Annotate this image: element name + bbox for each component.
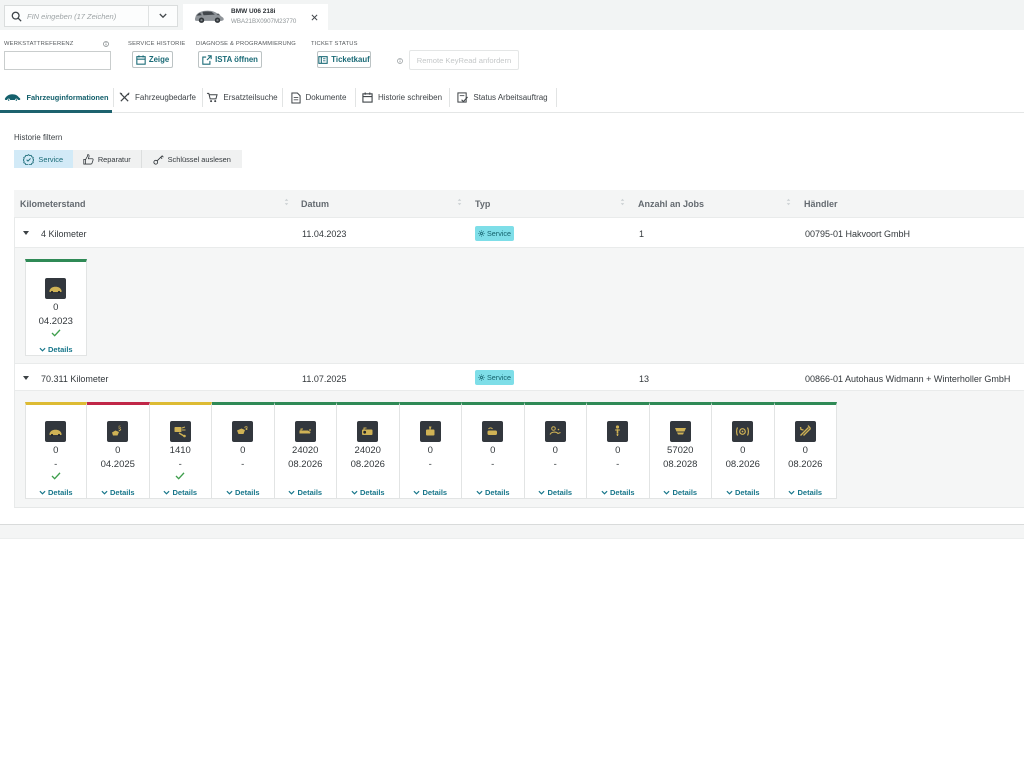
svg-text:§: §	[118, 425, 121, 432]
